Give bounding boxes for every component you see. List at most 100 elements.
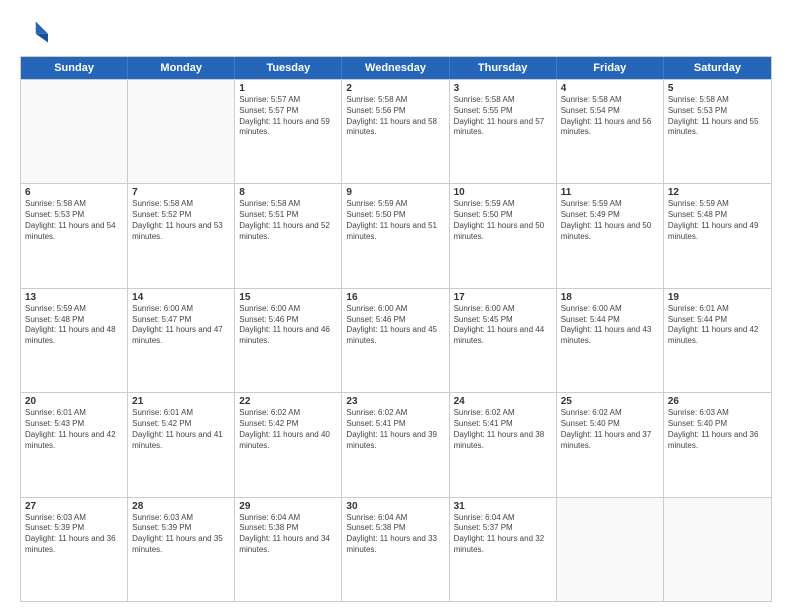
calendar-cell: 3Sunrise: 5:58 AMSunset: 5:55 PMDaylight…: [450, 80, 557, 183]
day-info: Sunrise: 5:58 AMSunset: 5:55 PMDaylight:…: [454, 95, 552, 138]
calendar-week: 27Sunrise: 6:03 AMSunset: 5:39 PMDayligh…: [21, 497, 771, 601]
day-number: 11: [561, 187, 659, 198]
day-number: 27: [25, 501, 123, 512]
day-number: 19: [668, 292, 767, 303]
calendar-cell: 26Sunrise: 6:03 AMSunset: 5:40 PMDayligh…: [664, 393, 771, 496]
day-info: Sunrise: 6:02 AMSunset: 5:40 PMDaylight:…: [561, 408, 659, 451]
day-number: 30: [346, 501, 444, 512]
day-number: 26: [668, 396, 767, 407]
calendar-cell: [664, 498, 771, 601]
calendar-header-cell: Monday: [128, 57, 235, 79]
calendar-cell: 9Sunrise: 5:59 AMSunset: 5:50 PMDaylight…: [342, 184, 449, 287]
calendar-cell: 12Sunrise: 5:59 AMSunset: 5:48 PMDayligh…: [664, 184, 771, 287]
day-info: Sunrise: 6:01 AMSunset: 5:42 PMDaylight:…: [132, 408, 230, 451]
day-info: Sunrise: 5:59 AMSunset: 5:49 PMDaylight:…: [561, 199, 659, 242]
day-number: 8: [239, 187, 337, 198]
calendar-cell: 20Sunrise: 6:01 AMSunset: 5:43 PMDayligh…: [21, 393, 128, 496]
day-info: Sunrise: 5:59 AMSunset: 5:48 PMDaylight:…: [668, 199, 767, 242]
calendar-cell: 27Sunrise: 6:03 AMSunset: 5:39 PMDayligh…: [21, 498, 128, 601]
day-number: 25: [561, 396, 659, 407]
day-number: 6: [25, 187, 123, 198]
calendar-cell: 11Sunrise: 5:59 AMSunset: 5:49 PMDayligh…: [557, 184, 664, 287]
calendar-header: SundayMondayTuesdayWednesdayThursdayFrid…: [21, 57, 771, 79]
calendar-cell: [557, 498, 664, 601]
calendar: SundayMondayTuesdayWednesdayThursdayFrid…: [20, 56, 772, 602]
calendar-cell: 17Sunrise: 6:00 AMSunset: 5:45 PMDayligh…: [450, 289, 557, 392]
day-number: 4: [561, 83, 659, 94]
day-info: Sunrise: 5:59 AMSunset: 5:50 PMDaylight:…: [454, 199, 552, 242]
calendar-body: 1Sunrise: 5:57 AMSunset: 5:57 PMDaylight…: [21, 79, 771, 601]
day-number: 7: [132, 187, 230, 198]
calendar-cell: 15Sunrise: 6:00 AMSunset: 5:46 PMDayligh…: [235, 289, 342, 392]
day-info: Sunrise: 6:02 AMSunset: 5:42 PMDaylight:…: [239, 408, 337, 451]
day-info: Sunrise: 6:03 AMSunset: 5:39 PMDaylight:…: [25, 513, 123, 556]
calendar-header-cell: Saturday: [664, 57, 771, 79]
day-number: 2: [346, 83, 444, 94]
day-number: 9: [346, 187, 444, 198]
day-info: Sunrise: 5:59 AMSunset: 5:48 PMDaylight:…: [25, 304, 123, 347]
calendar-cell: 29Sunrise: 6:04 AMSunset: 5:38 PMDayligh…: [235, 498, 342, 601]
day-info: Sunrise: 6:02 AMSunset: 5:41 PMDaylight:…: [346, 408, 444, 451]
calendar-header-cell: Wednesday: [342, 57, 449, 79]
day-number: 10: [454, 187, 552, 198]
day-number: 1: [239, 83, 337, 94]
calendar-week: 6Sunrise: 5:58 AMSunset: 5:53 PMDaylight…: [21, 183, 771, 287]
day-info: Sunrise: 6:01 AMSunset: 5:43 PMDaylight:…: [25, 408, 123, 451]
day-info: Sunrise: 5:58 AMSunset: 5:54 PMDaylight:…: [561, 95, 659, 138]
calendar-cell: 24Sunrise: 6:02 AMSunset: 5:41 PMDayligh…: [450, 393, 557, 496]
day-number: 31: [454, 501, 552, 512]
calendar-cell: 18Sunrise: 6:00 AMSunset: 5:44 PMDayligh…: [557, 289, 664, 392]
day-info: Sunrise: 5:58 AMSunset: 5:53 PMDaylight:…: [25, 199, 123, 242]
calendar-cell: 13Sunrise: 5:59 AMSunset: 5:48 PMDayligh…: [21, 289, 128, 392]
day-info: Sunrise: 6:03 AMSunset: 5:40 PMDaylight:…: [668, 408, 767, 451]
calendar-cell: 16Sunrise: 6:00 AMSunset: 5:46 PMDayligh…: [342, 289, 449, 392]
calendar-cell: 23Sunrise: 6:02 AMSunset: 5:41 PMDayligh…: [342, 393, 449, 496]
day-number: 24: [454, 396, 552, 407]
calendar-cell: 2Sunrise: 5:58 AMSunset: 5:56 PMDaylight…: [342, 80, 449, 183]
calendar-cell: 1Sunrise: 5:57 AMSunset: 5:57 PMDaylight…: [235, 80, 342, 183]
calendar-cell: 25Sunrise: 6:02 AMSunset: 5:40 PMDayligh…: [557, 393, 664, 496]
calendar-header-cell: Tuesday: [235, 57, 342, 79]
calendar-week: 13Sunrise: 5:59 AMSunset: 5:48 PMDayligh…: [21, 288, 771, 392]
page: SundayMondayTuesdayWednesdayThursdayFrid…: [0, 0, 792, 612]
day-number: 14: [132, 292, 230, 303]
calendar-cell: 10Sunrise: 5:59 AMSunset: 5:50 PMDayligh…: [450, 184, 557, 287]
calendar-cell: 6Sunrise: 5:58 AMSunset: 5:53 PMDaylight…: [21, 184, 128, 287]
logo-icon: [20, 18, 48, 46]
day-info: Sunrise: 6:00 AMSunset: 5:44 PMDaylight:…: [561, 304, 659, 347]
day-number: 23: [346, 396, 444, 407]
day-info: Sunrise: 6:00 AMSunset: 5:45 PMDaylight:…: [454, 304, 552, 347]
calendar-cell: 22Sunrise: 6:02 AMSunset: 5:42 PMDayligh…: [235, 393, 342, 496]
calendar-cell: 8Sunrise: 5:58 AMSunset: 5:51 PMDaylight…: [235, 184, 342, 287]
day-info: Sunrise: 5:57 AMSunset: 5:57 PMDaylight:…: [239, 95, 337, 138]
header: [20, 18, 772, 46]
calendar-header-cell: Thursday: [450, 57, 557, 79]
day-info: Sunrise: 6:04 AMSunset: 5:38 PMDaylight:…: [239, 513, 337, 556]
day-number: 22: [239, 396, 337, 407]
day-number: 16: [346, 292, 444, 303]
calendar-header-cell: Friday: [557, 57, 664, 79]
day-number: 17: [454, 292, 552, 303]
calendar-week: 20Sunrise: 6:01 AMSunset: 5:43 PMDayligh…: [21, 392, 771, 496]
day-info: Sunrise: 6:02 AMSunset: 5:41 PMDaylight:…: [454, 408, 552, 451]
day-info: Sunrise: 5:58 AMSunset: 5:51 PMDaylight:…: [239, 199, 337, 242]
calendar-cell: 21Sunrise: 6:01 AMSunset: 5:42 PMDayligh…: [128, 393, 235, 496]
day-info: Sunrise: 6:04 AMSunset: 5:37 PMDaylight:…: [454, 513, 552, 556]
calendar-week: 1Sunrise: 5:57 AMSunset: 5:57 PMDaylight…: [21, 79, 771, 183]
day-number: 29: [239, 501, 337, 512]
calendar-cell: 19Sunrise: 6:01 AMSunset: 5:44 PMDayligh…: [664, 289, 771, 392]
day-info: Sunrise: 6:04 AMSunset: 5:38 PMDaylight:…: [346, 513, 444, 556]
day-number: 18: [561, 292, 659, 303]
calendar-cell: 7Sunrise: 5:58 AMSunset: 5:52 PMDaylight…: [128, 184, 235, 287]
calendar-cell: 14Sunrise: 6:00 AMSunset: 5:47 PMDayligh…: [128, 289, 235, 392]
day-info: Sunrise: 6:00 AMSunset: 5:46 PMDaylight:…: [346, 304, 444, 347]
calendar-cell: [128, 80, 235, 183]
calendar-cell: 31Sunrise: 6:04 AMSunset: 5:37 PMDayligh…: [450, 498, 557, 601]
day-number: 28: [132, 501, 230, 512]
day-info: Sunrise: 6:00 AMSunset: 5:46 PMDaylight:…: [239, 304, 337, 347]
calendar-cell: 30Sunrise: 6:04 AMSunset: 5:38 PMDayligh…: [342, 498, 449, 601]
logo: [20, 18, 52, 46]
day-number: 3: [454, 83, 552, 94]
day-number: 21: [132, 396, 230, 407]
day-info: Sunrise: 5:58 AMSunset: 5:53 PMDaylight:…: [668, 95, 767, 138]
